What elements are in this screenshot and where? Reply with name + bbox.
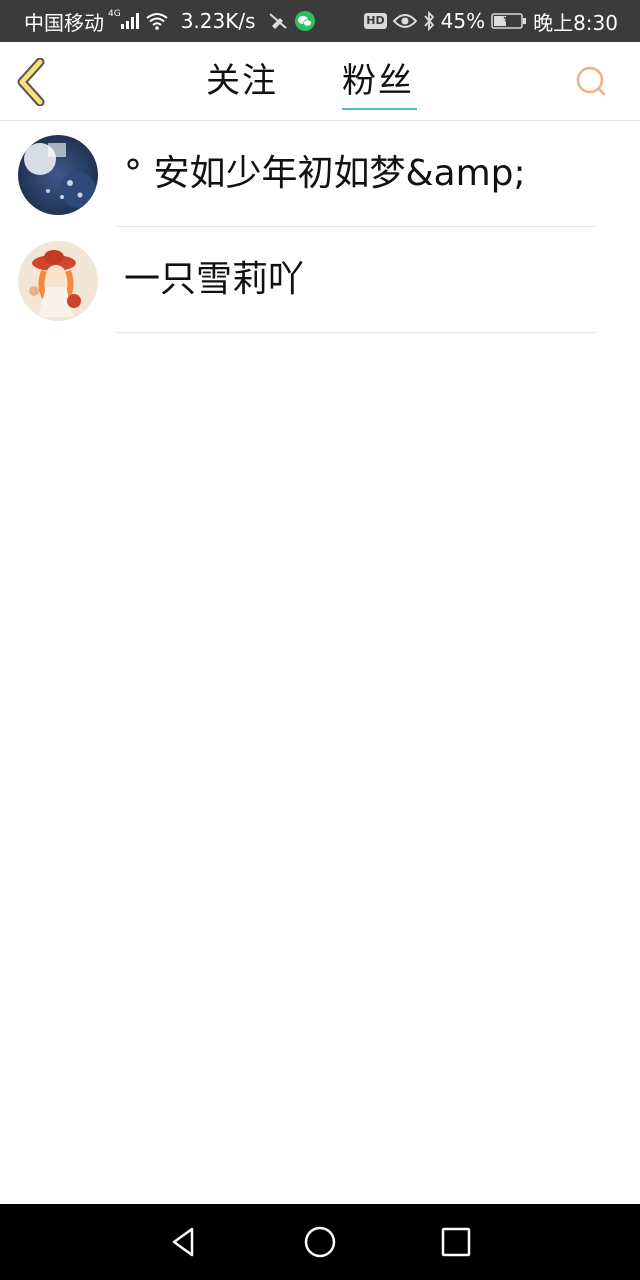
nav-home-button[interactable] — [302, 1224, 338, 1260]
avatar[interactable] — [18, 241, 98, 321]
list-item[interactable]: 一只雪莉吖 — [0, 227, 640, 333]
system-nav-bar — [0, 1204, 640, 1280]
network-speed-label: 3.23K/s — [180, 9, 256, 33]
avatar[interactable] — [18, 135, 98, 215]
hd-badge: HD — [364, 13, 387, 29]
list-item[interactable]: ° 安如少年初如梦&amp; — [0, 121, 640, 227]
row-divider — [116, 332, 596, 333]
fans-screen: 中国移动 4G 3.23K/s HD 45% 晚上8:30 关注 粉丝 ° 安如… — [0, 0, 640, 1280]
triangle-back-icon — [172, 1227, 194, 1257]
eye-icon — [392, 13, 417, 29]
circle-home-icon — [304, 1226, 336, 1258]
tab-fans[interactable]: 粉丝 — [342, 60, 414, 102]
status-bar-left: 中国移动 4G 3.23K/s — [24, 0, 316, 42]
nav-recent-apps-button[interactable] — [438, 1224, 474, 1260]
back-button[interactable] — [14, 57, 54, 107]
wechat-icon — [294, 10, 316, 32]
fan-name: ° 安如少年初如梦&amp; — [124, 153, 526, 194]
status-bar-right: HD 45% 晚上8:30 — [364, 0, 618, 42]
nav-back-button[interactable] — [166, 1224, 202, 1260]
search-button[interactable] — [574, 64, 610, 100]
chevron-left-icon — [17, 57, 45, 107]
square-recent-icon — [441, 1227, 471, 1257]
wifi-icon — [145, 12, 169, 30]
active-tab-indicator — [342, 108, 417, 110]
carrier-label: 中国移动 — [24, 10, 104, 35]
signal-icon — [120, 13, 139, 29]
avatar-image — [18, 241, 98, 321]
status-bar: 中国移动 4G 3.23K/s HD 45% 晚上8:30 — [0, 0, 640, 42]
search-icon — [576, 66, 606, 96]
fan-name: 一只雪莉吖 — [124, 259, 305, 300]
bluetooth-icon — [423, 11, 435, 31]
header: 关注 粉丝 — [0, 42, 640, 121]
mute-notification-icon — [268, 12, 288, 30]
clock-label: 晚上8:30 — [533, 10, 618, 35]
battery-icon — [491, 12, 527, 30]
tab-follow[interactable]: 关注 — [206, 60, 278, 102]
fan-list: ° 安如少年初如梦&amp; 一只雪莉吖 — [0, 121, 640, 333]
avatar-image — [18, 135, 98, 215]
battery-percent-label: 45% — [440, 9, 486, 33]
network-type-label: 4G — [108, 9, 121, 19]
